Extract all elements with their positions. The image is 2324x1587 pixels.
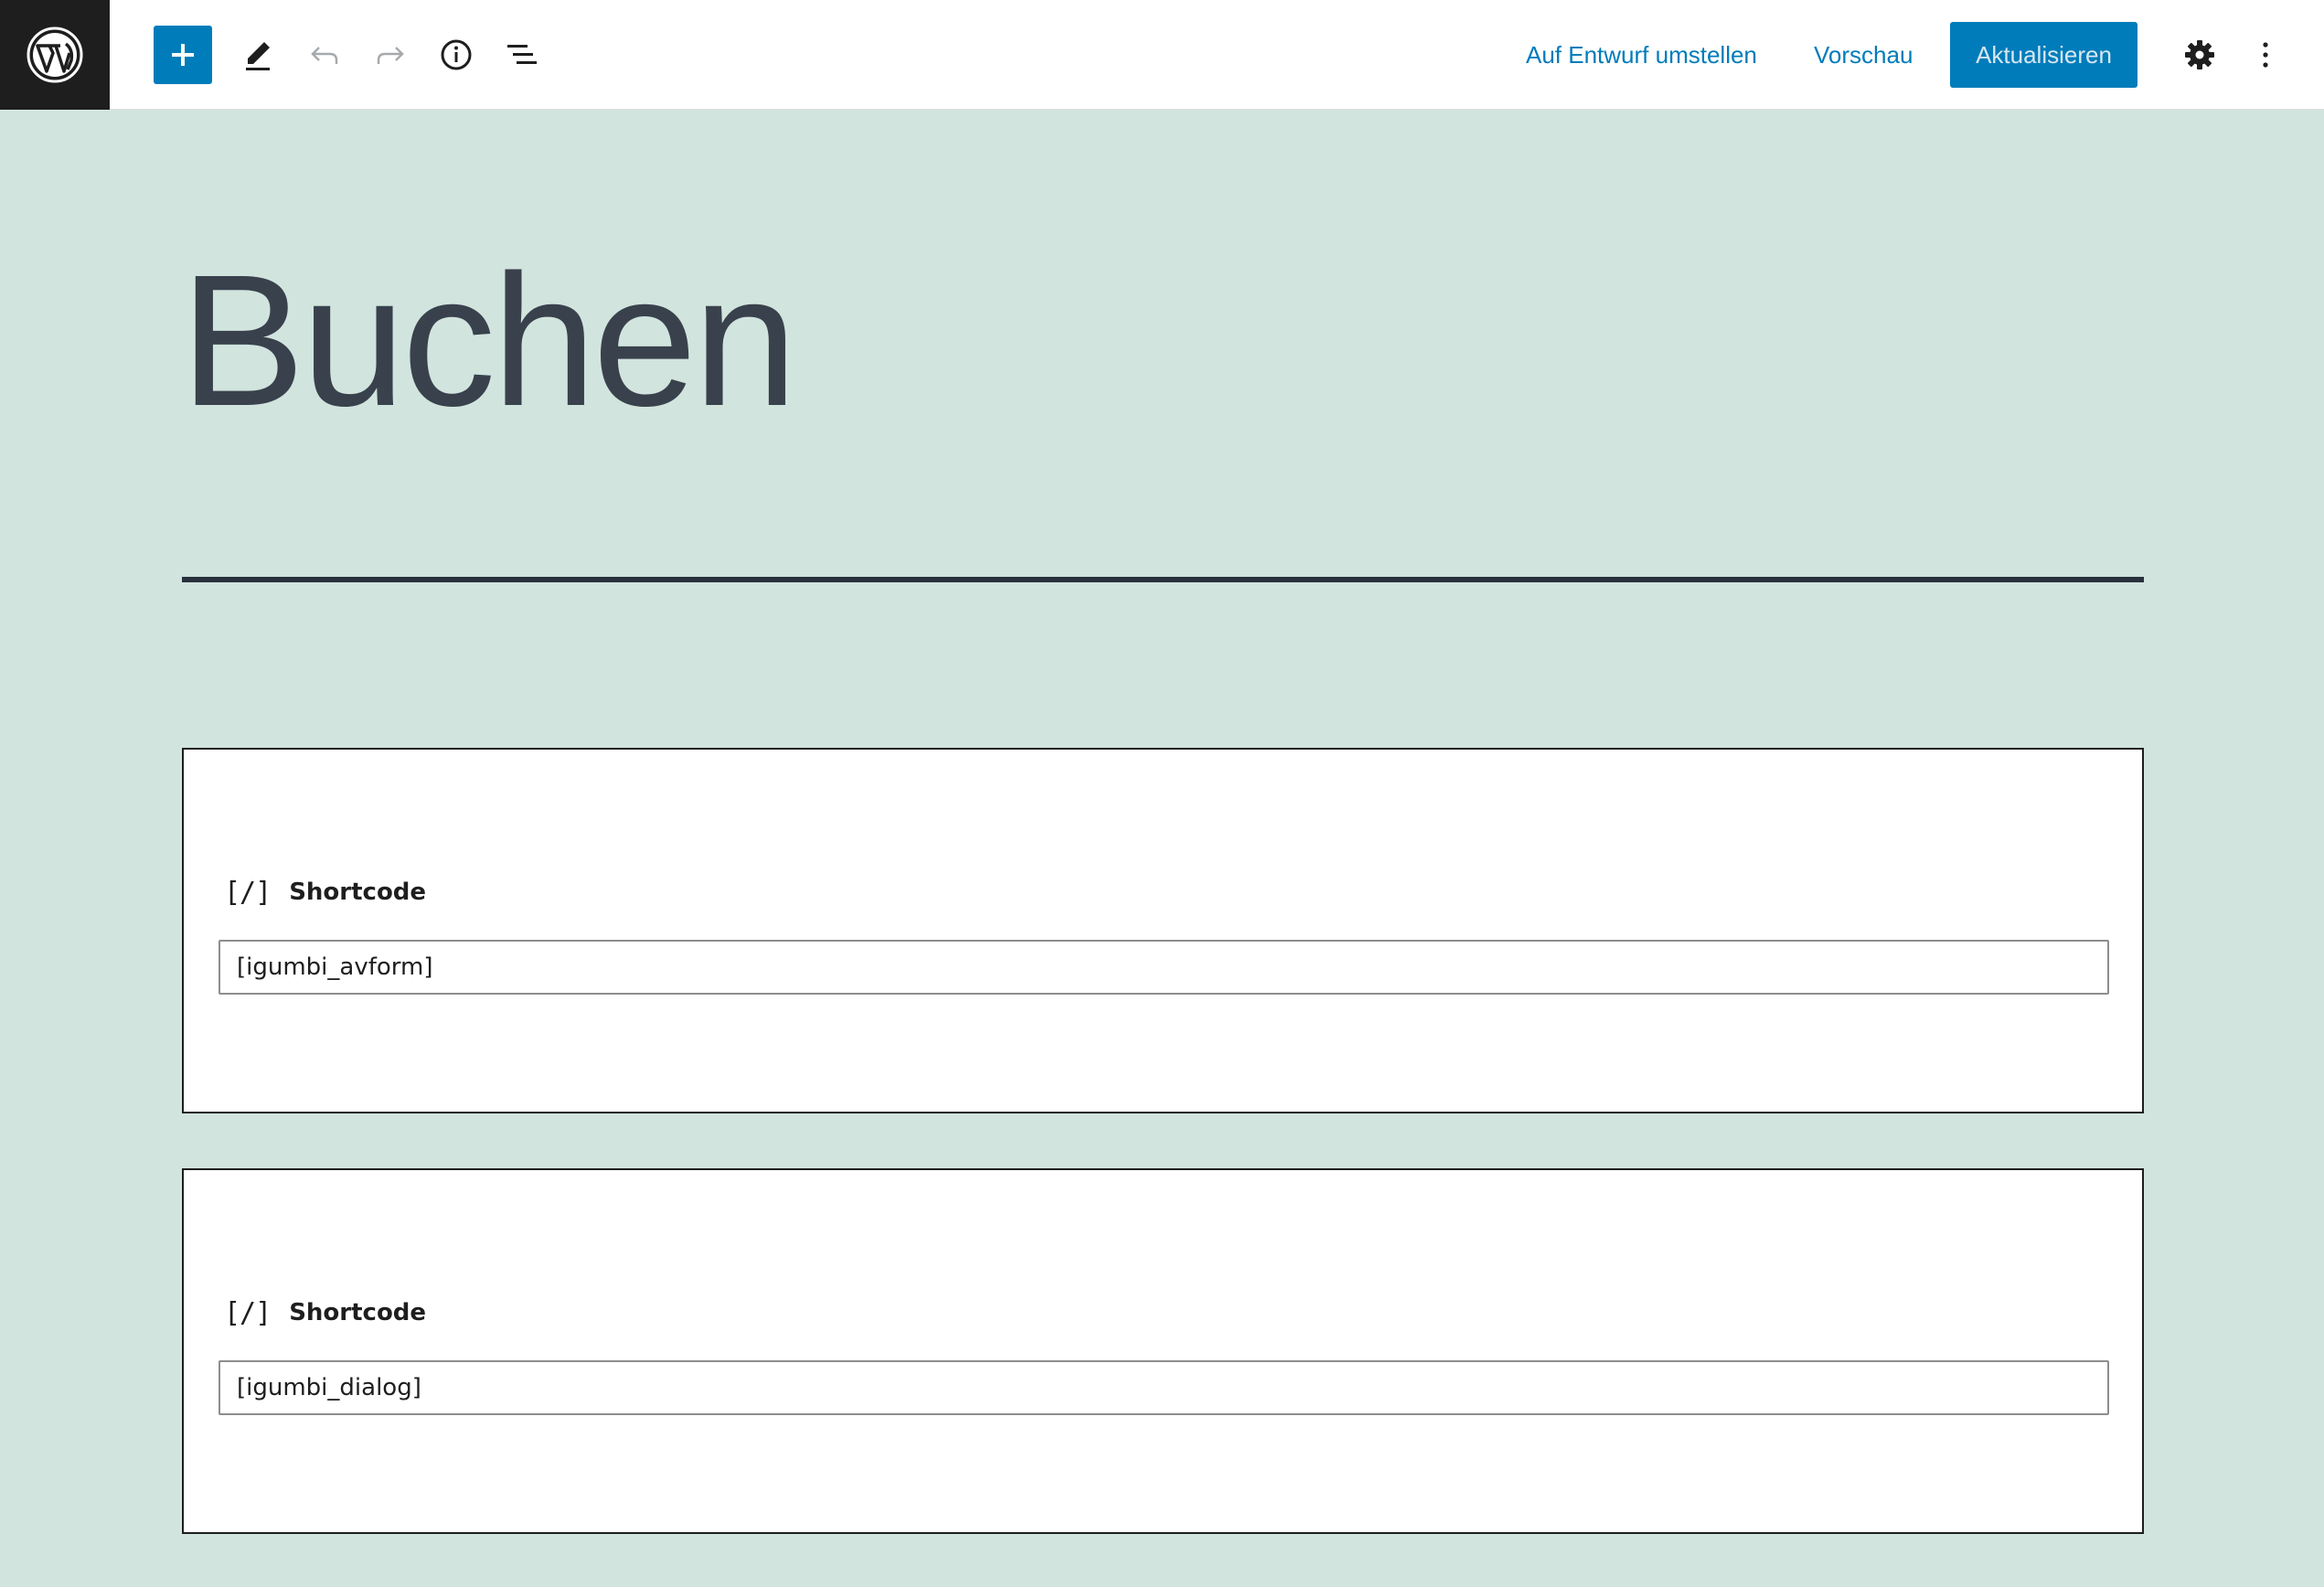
wordpress-logo-icon[interactable] <box>0 0 110 110</box>
settings-button[interactable] <box>2170 26 2229 84</box>
preview-button[interactable]: Vorschau <box>1814 27 1913 82</box>
shortcode-block[interactable]: [/] Shortcode [igumbi_avform] <box>182 748 2144 1113</box>
redo-icon <box>377 47 404 64</box>
update-button[interactable]: Aktualisieren <box>1950 22 2137 88</box>
more-vertical-icon <box>2263 42 2268 68</box>
shortcode-label: Shortcode <box>289 1299 427 1326</box>
list-view-button[interactable] <box>493 26 551 84</box>
pencil-icon <box>246 42 270 70</box>
shortcode-block[interactable]: [/] Shortcode [igumbi_dialog] <box>182 1168 2144 1534</box>
info-icon <box>441 39 472 70</box>
shortcode-input[interactable]: [igumbi_dialog] <box>219 1360 2109 1415</box>
editor-toolbar: Auf Entwurf umstellen Vorschau Aktualisi… <box>0 0 2324 110</box>
post-title[interactable]: Buchen <box>180 247 797 434</box>
separator-block[interactable] <box>182 577 2144 582</box>
shortcode-block-header: [/] Shortcode <box>224 1293 426 1333</box>
more-options-button[interactable] <box>2236 26 2295 84</box>
details-button[interactable] <box>427 26 485 84</box>
shortcode-label: Shortcode <box>289 879 427 906</box>
shortcode-input[interactable]: [igumbi_avform] <box>219 940 2109 995</box>
redo-button[interactable] <box>361 26 420 84</box>
shortcode-icon: [/] <box>224 876 272 909</box>
tools-button[interactable] <box>229 26 288 84</box>
switch-to-draft-button[interactable]: Auf Entwurf umstellen <box>1526 27 1757 82</box>
undo-button[interactable] <box>295 26 354 84</box>
shortcode-block-header: [/] Shortcode <box>224 872 426 912</box>
add-block-button[interactable] <box>154 26 212 84</box>
shortcode-icon: [/] <box>224 1296 272 1329</box>
plus-icon <box>172 44 194 66</box>
undo-icon <box>311 47 338 64</box>
list-view-icon <box>507 45 537 64</box>
gear-icon <box>2185 40 2214 69</box>
